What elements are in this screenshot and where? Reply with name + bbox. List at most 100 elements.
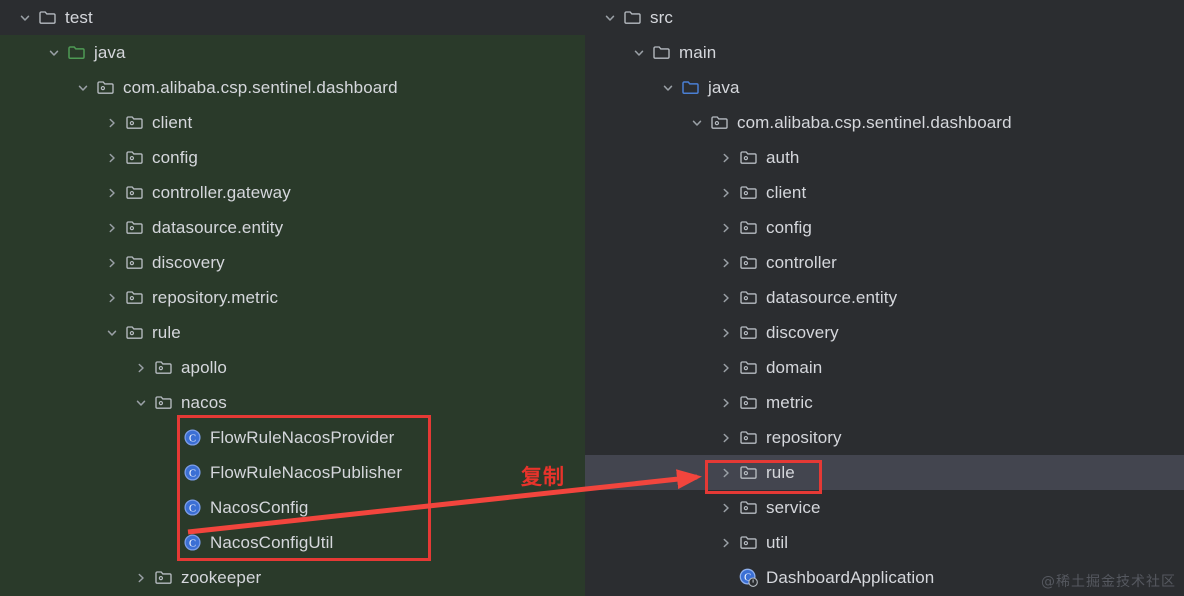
chevron-right-icon[interactable]: [715, 292, 737, 304]
tree-row-label: apollo: [181, 358, 227, 377]
tree-row-label: controller.gateway: [152, 183, 291, 202]
chevron-down-icon[interactable]: [14, 12, 36, 24]
package-icon: [737, 218, 759, 237]
package-icon: [737, 393, 759, 412]
chevron-right-icon[interactable]: [715, 222, 737, 234]
package-icon: [123, 323, 145, 342]
folder-plain-icon: [650, 43, 672, 62]
package-icon: [737, 288, 759, 307]
java-class-icon: C: [181, 428, 203, 447]
package-icon: [737, 253, 759, 272]
tree-row[interactable]: zookeeper: [0, 560, 585, 595]
package-icon: [737, 428, 759, 447]
chevron-right-icon[interactable]: [101, 222, 123, 234]
chevron-down-icon[interactable]: [43, 47, 65, 59]
chevron-right-icon[interactable]: [101, 292, 123, 304]
chevron-right-icon[interactable]: [715, 502, 737, 514]
tree-row[interactable]: repository.metric: [0, 280, 585, 315]
watermark: @稀土掘金技术社区: [1041, 574, 1176, 590]
chevron-right-icon[interactable]: [101, 187, 123, 199]
tree-row[interactable]: domain: [585, 350, 1184, 385]
chevron-right-icon[interactable]: [715, 362, 737, 374]
package-icon: [737, 183, 759, 202]
tree-row[interactable]: nacos: [0, 385, 585, 420]
chevron-right-icon[interactable]: [715, 257, 737, 269]
chevron-right-icon[interactable]: [715, 432, 737, 444]
tree-row[interactable]: apollo: [0, 350, 585, 385]
tree-row[interactable]: client: [585, 175, 1184, 210]
tree-row-label: FlowRuleNacosProvider: [210, 428, 395, 447]
chevron-down-icon[interactable]: [686, 117, 708, 129]
chevron-right-icon[interactable]: [130, 362, 152, 374]
tree-row[interactable]: config: [0, 140, 585, 175]
tree-row[interactable]: src: [585, 0, 1184, 35]
tree-row-label: metric: [766, 393, 813, 412]
tree-row-label: datasource.entity: [766, 288, 898, 307]
tree-row-label: controller: [766, 253, 837, 272]
right-project-panel: src main java com.alibaba.csp.sentinel.dash…: [585, 0, 1184, 596]
main-sources-tree[interactable]: src main java com.alibaba.csp.sentinel.dash…: [585, 0, 1184, 595]
java-class-icon: C: [181, 463, 203, 482]
tree-row[interactable]: config: [585, 210, 1184, 245]
tree-row[interactable]: java: [0, 35, 585, 70]
chevron-down-icon[interactable]: [628, 47, 650, 59]
tree-row[interactable]: controller.gateway: [0, 175, 585, 210]
chevron-down-icon[interactable]: [599, 12, 621, 24]
tree-row[interactable]: auth: [585, 140, 1184, 175]
tree-row[interactable]: metric: [585, 385, 1184, 420]
chevron-right-icon[interactable]: [715, 187, 737, 199]
tree-row[interactable]: C NacosConfig: [0, 490, 585, 525]
tree-row[interactable]: datasource.entity: [585, 280, 1184, 315]
chevron-right-icon[interactable]: [101, 257, 123, 269]
tree-row[interactable]: discovery: [0, 245, 585, 280]
tree-row[interactable]: repository: [585, 420, 1184, 455]
tree-row[interactable]: test: [0, 0, 585, 35]
java-class-icon: C: [181, 498, 203, 517]
tree-row[interactable]: util: [585, 525, 1184, 560]
chevron-down-icon[interactable]: [101, 327, 123, 339]
chevron-right-icon[interactable]: [130, 572, 152, 584]
package-icon: [123, 113, 145, 132]
chevron-right-icon[interactable]: [715, 537, 737, 549]
folder-plain-icon: [36, 8, 58, 27]
chevron-right-icon[interactable]: [715, 327, 737, 339]
tree-row-label: com.alibaba.csp.sentinel.dashboard: [123, 78, 398, 97]
tree-row[interactable]: controller: [585, 245, 1184, 280]
chevron-down-icon[interactable]: [72, 82, 94, 94]
tree-row-label: datasource.entity: [152, 218, 284, 237]
chevron-down-icon[interactable]: [130, 397, 152, 409]
svg-text:C: C: [188, 468, 195, 479]
tree-row-label: zookeeper: [181, 568, 262, 587]
chevron-right-icon[interactable]: [101, 117, 123, 129]
tree-row-label: test: [65, 8, 93, 27]
tree-row[interactable]: C FlowRuleNacosProvider: [0, 420, 585, 455]
tree-row-label: NacosConfig: [210, 498, 309, 517]
chevron-right-icon[interactable]: [715, 467, 737, 479]
tree-row[interactable]: C NacosConfigUtil: [0, 525, 585, 560]
chevron-right-icon[interactable]: [715, 152, 737, 164]
tree-row-label: repository.metric: [152, 288, 279, 307]
tree-row[interactable]: com.alibaba.csp.sentinel.dashboard: [0, 70, 585, 105]
tree-row[interactable]: discovery: [585, 315, 1184, 350]
test-sources-tree[interactable]: test java com.alibaba.csp.sentinel.dashboa…: [0, 0, 585, 595]
chevron-right-icon[interactable]: [715, 397, 737, 409]
tree-row[interactable]: java: [585, 70, 1184, 105]
tree-row-label: rule: [766, 463, 795, 482]
tree-row[interactable]: C FlowRuleNacosPublisher: [0, 455, 585, 490]
tree-row-label: FlowRuleNacosPublisher: [210, 463, 403, 482]
tree-row[interactable]: datasource.entity: [0, 210, 585, 245]
chevron-down-icon[interactable]: [657, 82, 679, 94]
tree-row-label: client: [766, 183, 807, 202]
chevron-right-icon[interactable]: [101, 152, 123, 164]
tree-row[interactable]: com.alibaba.csp.sentinel.dashboard: [585, 105, 1184, 140]
tree-row[interactable]: rule: [585, 455, 1184, 490]
package-icon: [152, 568, 174, 587]
svg-text:C: C: [188, 433, 195, 444]
tree-row-label: discovery: [152, 253, 225, 272]
package-icon: [152, 358, 174, 377]
tree-row[interactable]: service: [585, 490, 1184, 525]
tree-row[interactable]: main: [585, 35, 1184, 70]
tree-row[interactable]: rule: [0, 315, 585, 350]
tree-row[interactable]: client: [0, 105, 585, 140]
tree-row-label: config: [152, 148, 198, 167]
